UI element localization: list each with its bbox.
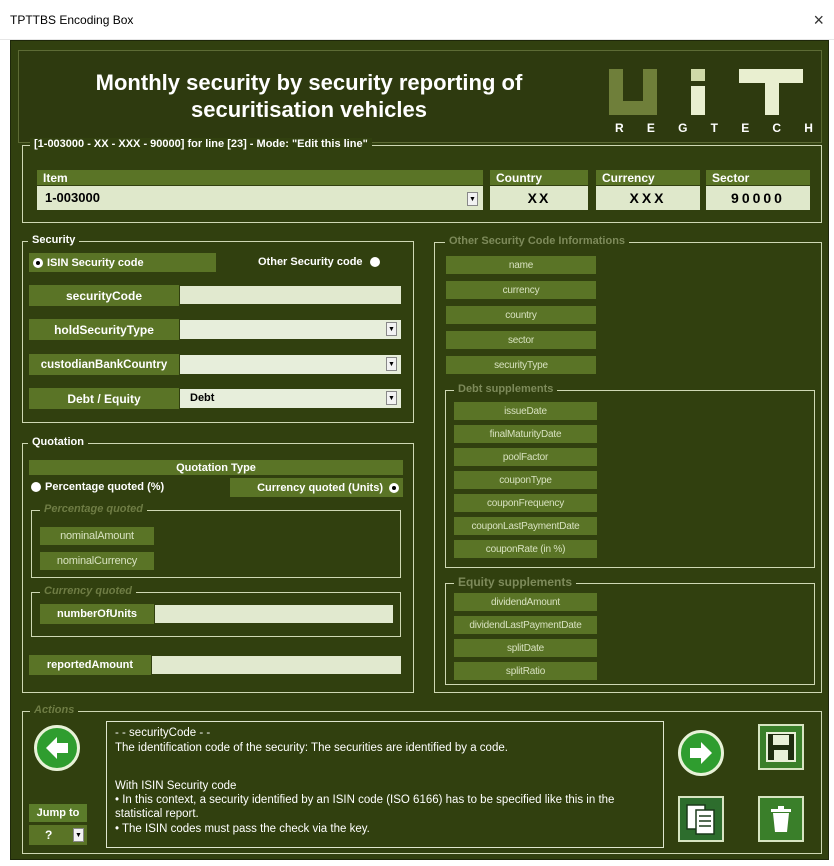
help-title: - - securityCode - - xyxy=(115,727,211,739)
documents-icon xyxy=(686,804,715,835)
currency-value: XXX xyxy=(596,186,700,210)
close-icon[interactable]: × xyxy=(813,0,824,40)
arrow-right-icon xyxy=(690,742,712,764)
custodian-label: custodianBankCountry xyxy=(29,354,179,375)
window-title: TPTTBS Encoding Box xyxy=(10,13,134,27)
reported-amount-label: reportedAmount xyxy=(29,655,151,675)
isin-option[interactable]: ISIN Security code xyxy=(29,253,216,272)
nominal-amount-label: nominalAmount xyxy=(40,527,154,545)
sector-header: Sector xyxy=(706,170,810,185)
logo-subtitle: REGTECH xyxy=(615,121,815,135)
chevron-down-icon[interactable]: ▼ xyxy=(386,357,397,371)
other-field-currency: currency xyxy=(446,281,596,299)
currency-quoted-label: Currency quoted (Units) xyxy=(257,481,383,494)
equity-supplements-legend: Equity supplements xyxy=(454,575,577,589)
window-titlebar: TPTTBS Encoding Box × xyxy=(0,0,834,40)
isin-radio[interactable] xyxy=(33,257,43,268)
debt-supplements-legend: Debt supplements xyxy=(454,383,558,395)
chevron-down-icon[interactable]: ▼ xyxy=(467,192,478,206)
help-panel: - - securityCode - - The identification … xyxy=(106,721,664,848)
quotation-legend: Quotation xyxy=(28,436,88,448)
number-of-units-label: numberOfUnits xyxy=(40,604,154,624)
other-field-country: country xyxy=(446,306,596,324)
help-line-3: • In this context, a security identified… xyxy=(115,794,615,820)
isin-label: ISIN Security code xyxy=(47,256,144,269)
custodian-dropdown[interactable]: ▼ xyxy=(180,355,401,374)
other-code-label: Other Security code xyxy=(258,256,363,268)
debt-equity-dropdown[interactable]: Debt ▼ xyxy=(180,389,401,408)
percentage-radio[interactable] xyxy=(31,482,41,493)
number-of-units-input[interactable] xyxy=(155,605,393,623)
country-value: XX xyxy=(490,186,588,210)
other-field-sector: sector xyxy=(446,331,596,349)
trash-bin-icon xyxy=(771,806,791,832)
security-code-input[interactable] xyxy=(180,286,401,304)
debt-field-pool-factor: poolFactor xyxy=(454,448,597,466)
debt-equity-label: Debt / Equity xyxy=(29,388,179,409)
equity-field-split-date: splitDate xyxy=(454,639,597,657)
item-dropdown[interactable]: 1-003000 ▼ xyxy=(37,186,483,210)
security-code-label: securityCode xyxy=(29,285,179,306)
hold-type-dropdown[interactable]: ▼ xyxy=(180,320,401,339)
help-line-4: • The ISIN codes must pass the check via… xyxy=(115,823,370,835)
jump-to-label: Jump to xyxy=(29,804,87,822)
other-code-radio[interactable] xyxy=(369,257,380,268)
currency-group-legend: Currency quoted xyxy=(40,585,137,597)
save-button[interactable] xyxy=(758,724,804,770)
nominal-currency-label: nominalCurrency xyxy=(40,552,154,570)
line-legend: [1-003000 - XX - XXX - 90000] for line [… xyxy=(30,138,372,150)
reported-amount-input[interactable] xyxy=(152,656,401,674)
next-button[interactable] xyxy=(678,730,724,776)
other-field-name: name xyxy=(446,256,596,274)
chevron-down-icon[interactable]: ▼ xyxy=(73,828,84,842)
currency-header: Currency xyxy=(596,170,700,185)
arrow-left-icon xyxy=(46,737,68,759)
currency-quoted-option[interactable]: Currency quoted (Units) xyxy=(230,478,403,497)
item-header: Item xyxy=(37,170,483,185)
other-field-security-type: securityType xyxy=(446,356,596,374)
uit-regtech-logo: REGTECH xyxy=(599,61,819,139)
debt-field-issue-date: issueDate xyxy=(454,402,597,420)
chevron-down-icon[interactable]: ▼ xyxy=(386,322,397,336)
header-banner: Monthly security by security reporting o… xyxy=(18,50,822,143)
debt-equity-value: Debt xyxy=(190,392,215,404)
equity-field-dividend-amount: dividendAmount xyxy=(454,593,597,611)
help-line-1: The identification code of the security:… xyxy=(115,742,508,754)
page-title: Monthly security by security reporting o… xyxy=(95,70,523,122)
debt-field-coupon-type: couponType xyxy=(454,471,597,489)
country-header: Country xyxy=(490,170,588,185)
equity-field-dividend-last-payment: dividendLastPaymentDate xyxy=(454,616,597,634)
actions-legend: Actions xyxy=(30,704,79,716)
sector-value: 90000 xyxy=(706,186,810,210)
equity-field-split-ratio: splitRatio xyxy=(454,662,597,680)
item-value: 1-003000 xyxy=(45,190,100,205)
jump-to-dropdown[interactable]: ? ▼ xyxy=(29,825,87,845)
help-line-2: With ISIN Security code xyxy=(115,780,237,792)
quotation-type-header: Quotation Type xyxy=(29,460,403,475)
debt-field-coupon-last-payment: couponLastPaymentDate xyxy=(454,517,597,535)
percentage-option[interactable]: Percentage quoted (%) xyxy=(31,481,164,493)
delete-button[interactable] xyxy=(758,796,804,842)
report-button[interactable] xyxy=(678,796,724,842)
percentage-group-legend: Percentage quoted xyxy=(40,503,148,515)
jump-to-value: ? xyxy=(45,828,53,842)
other-info-legend: Other Security Code Informations xyxy=(445,235,630,247)
debt-field-coupon-frequency: couponFrequency xyxy=(454,494,597,512)
currency-quoted-radio[interactable] xyxy=(389,482,399,493)
percentage-label: Percentage quoted (%) xyxy=(45,481,165,493)
security-legend: Security xyxy=(28,234,80,246)
floppy-disk-icon xyxy=(766,732,796,762)
debt-field-coupon-rate: couponRate (in %) xyxy=(454,540,597,558)
debt-field-final-maturity: finalMaturityDate xyxy=(454,425,597,443)
chevron-down-icon[interactable]: ▼ xyxy=(386,391,397,405)
other-code-option[interactable]: Other Security code xyxy=(258,256,380,268)
previous-button[interactable] xyxy=(34,725,80,771)
hold-type-label: holdSecurityType xyxy=(29,319,179,340)
